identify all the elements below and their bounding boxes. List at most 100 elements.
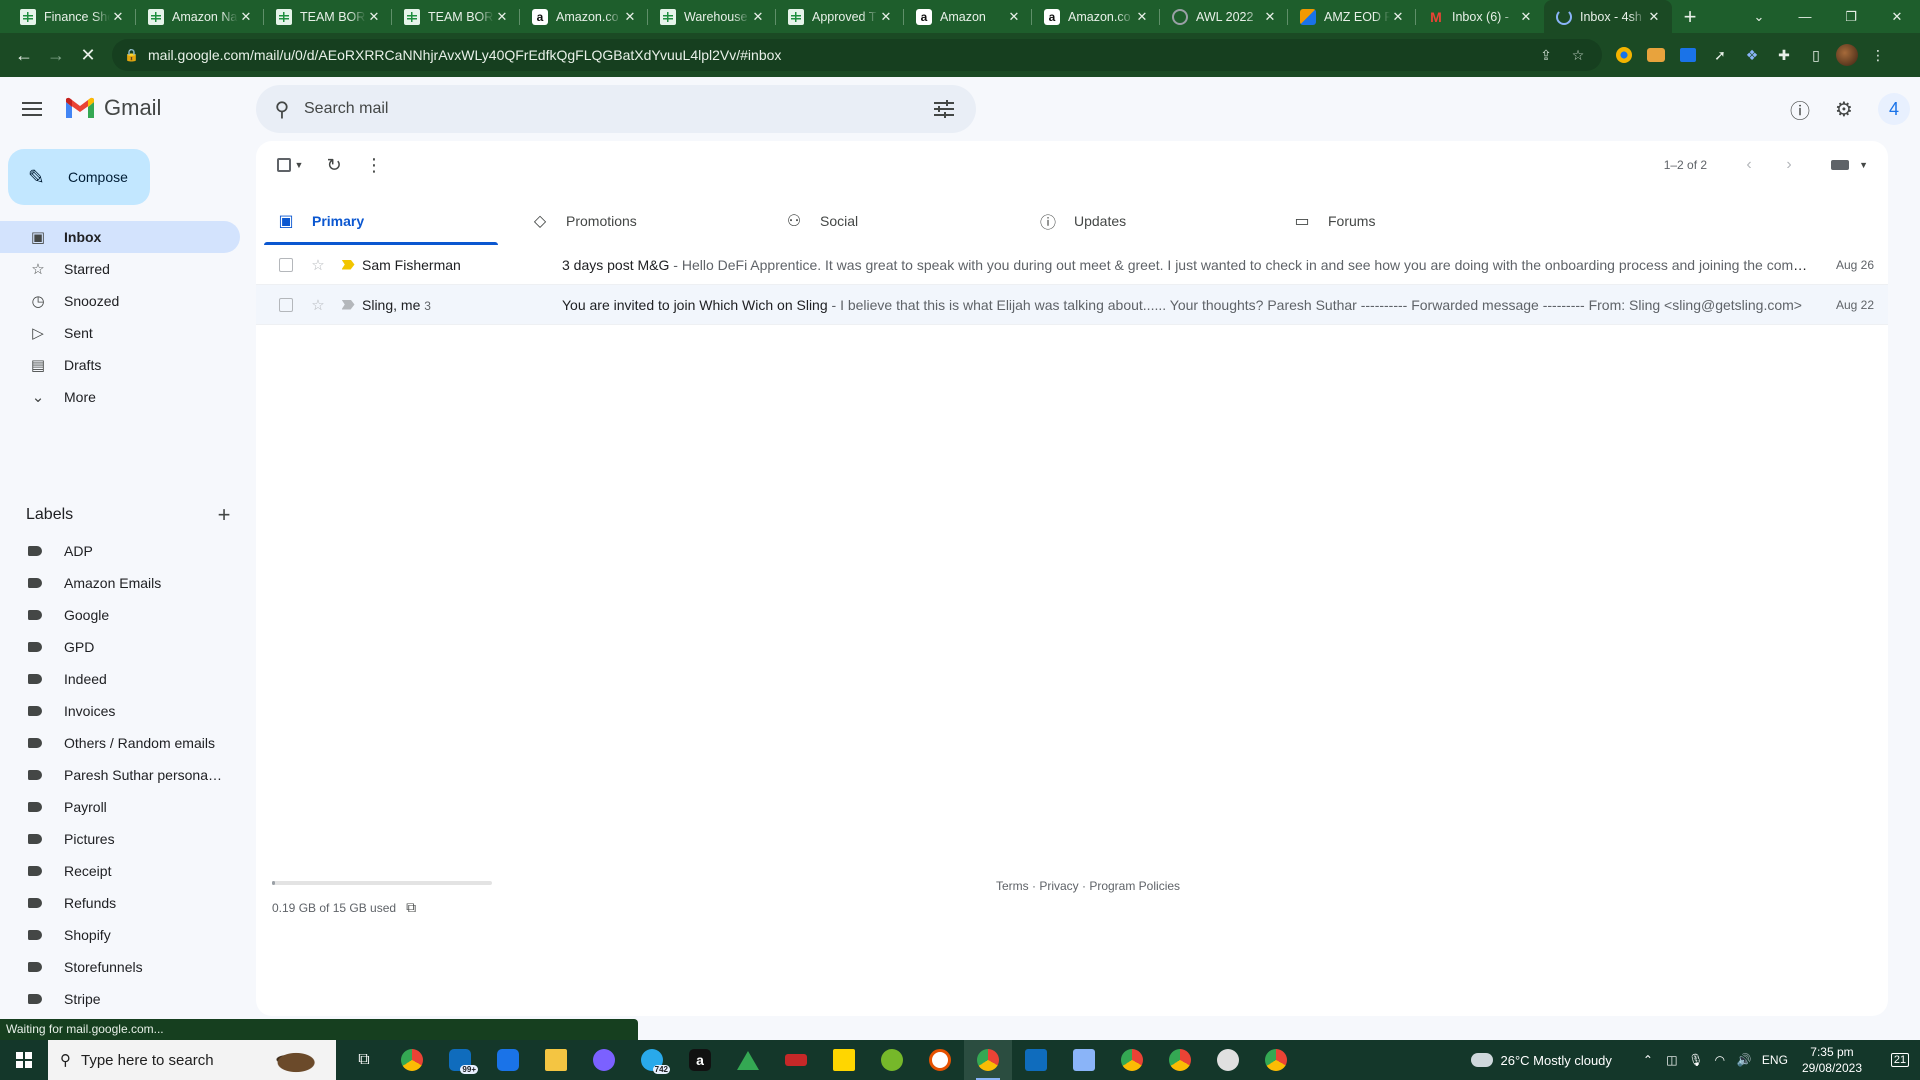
app-red-icon[interactable] bbox=[772, 1040, 820, 1080]
snipping-tool-icon[interactable] bbox=[1204, 1040, 1252, 1080]
label-item[interactable]: Invoices bbox=[0, 695, 240, 727]
tab-updates[interactable]: ⓘ Updates bbox=[1026, 197, 1280, 245]
gmail-logo[interactable]: Gmail bbox=[64, 95, 161, 121]
extensions-puzzle-icon[interactable]: ✚ bbox=[1772, 43, 1796, 67]
input-tools-dropdown-icon[interactable]: ▼ bbox=[1859, 160, 1868, 170]
refresh-icon[interactable]: ↻ bbox=[314, 145, 354, 185]
utorrent-icon[interactable] bbox=[868, 1040, 916, 1080]
open-in-new-icon[interactable]: ⧉ bbox=[406, 899, 416, 916]
lock-icon[interactable]: 🔒 bbox=[124, 48, 139, 62]
browser-tab[interactable]: Finance She ✕ bbox=[8, 0, 136, 33]
bookmark-star-icon[interactable]: ☆ bbox=[1566, 47, 1590, 64]
chrome-menu-icon[interactable]: ⋮ bbox=[1866, 43, 1890, 67]
camera-icon[interactable]: ◫ bbox=[1660, 1053, 1684, 1067]
browser-tab[interactable]: TEAM BOR ✕ bbox=[264, 0, 392, 33]
importance-marker-icon[interactable] bbox=[334, 259, 362, 270]
microphone-icon[interactable]: 🎙 bbox=[1684, 1053, 1708, 1067]
wifi-icon[interactable]: ◠ bbox=[1708, 1053, 1732, 1067]
minimize-button[interactable]: — bbox=[1782, 0, 1828, 33]
sidebar-item-inbox[interactable]: ▣ Inbox bbox=[0, 221, 240, 253]
star-icon[interactable]: ☆ bbox=[302, 256, 334, 274]
back-button[interactable]: ← bbox=[8, 39, 40, 71]
side-panel-icon[interactable]: ▯ bbox=[1804, 43, 1828, 67]
calculator-icon[interactable] bbox=[1012, 1040, 1060, 1080]
new-tab-button[interactable]: + bbox=[1672, 0, 1708, 33]
chrome-profile-2-icon[interactable] bbox=[1108, 1040, 1156, 1080]
search-bar[interactable]: ⚲ Search mail bbox=[256, 85, 976, 133]
browser-tab[interactable]: AWL 2022 ✕ bbox=[1160, 0, 1288, 33]
create-label-plus-icon[interactable]: + bbox=[212, 502, 236, 528]
notification-center-icon[interactable]: 21 bbox=[1880, 1053, 1920, 1067]
label-item[interactable]: Google bbox=[0, 599, 240, 631]
extension-arrow-icon[interactable]: ➚ bbox=[1708, 43, 1732, 67]
show-hidden-icons-chevron-icon[interactable]: ⌃ bbox=[1636, 1053, 1660, 1067]
chrome-profile-4-icon[interactable] bbox=[1252, 1040, 1300, 1080]
browser-tab[interactable]: Amazon Na ✕ bbox=[136, 0, 264, 33]
email-row[interactable]: ☆ Sam Fisherman 3 days post M&G - Hello D… bbox=[256, 245, 1888, 285]
row-checkbox[interactable] bbox=[270, 297, 302, 312]
tab-search-icon[interactable]: ⌄ bbox=[1736, 0, 1782, 33]
close-tab-icon[interactable]: ✕ bbox=[878, 9, 894, 25]
browser-tab[interactable]: M Inbox (6) - ✕ bbox=[1416, 0, 1544, 33]
mail-app-icon[interactable]: 99+ bbox=[436, 1040, 484, 1080]
close-tab-icon[interactable]: ✕ bbox=[1006, 9, 1022, 25]
row-checkbox[interactable] bbox=[270, 257, 302, 272]
close-tab-icon[interactable]: ✕ bbox=[1518, 9, 1534, 25]
close-tab-icon[interactable]: ✕ bbox=[238, 9, 254, 25]
extension-chrome-icon[interactable] bbox=[1616, 47, 1632, 63]
close-tab-icon[interactable]: ✕ bbox=[1262, 9, 1278, 25]
input-language[interactable]: ENG bbox=[1762, 1053, 1788, 1067]
profile-avatar[interactable] bbox=[1836, 44, 1858, 66]
label-item[interactable]: Receipt bbox=[0, 855, 240, 887]
close-window-button[interactable]: ✕ bbox=[1874, 0, 1920, 33]
label-item[interactable]: Others / Random emails bbox=[0, 727, 240, 759]
sidebar-item-snoozed[interactable]: ◷ Snoozed bbox=[0, 285, 240, 317]
email-row[interactable]: ☆ Sling, me 3 You are invited to join Whic… bbox=[256, 285, 1888, 325]
label-item[interactable]: Payroll bbox=[0, 791, 240, 823]
sidebar-item-sent[interactable]: ▷ Sent bbox=[0, 317, 240, 349]
label-item[interactable]: Indeed bbox=[0, 663, 240, 695]
extension-keepa-icon[interactable] bbox=[1680, 48, 1696, 62]
close-tab-icon[interactable]: ✕ bbox=[494, 9, 510, 25]
footer-links[interactable]: Terms · Privacy · Program Policies bbox=[996, 879, 1180, 893]
tab-social[interactable]: ⚇ Social bbox=[772, 197, 1026, 245]
main-menu-icon[interactable] bbox=[20, 97, 44, 121]
address-bar[interactable]: 🔒 mail.google.com/mail/u/0/d/AEoRXRRCaNN… bbox=[112, 39, 1602, 71]
amazon-app-icon[interactable]: a bbox=[676, 1040, 724, 1080]
search-input[interactable]: Search mail bbox=[304, 100, 924, 118]
extension-dropbox-icon[interactable]: ❖ bbox=[1740, 43, 1764, 67]
clock[interactable]: 7:35 pm 29/08/2023 bbox=[1802, 1044, 1862, 1076]
browser-tab[interactable]: AMZ EOD R ✕ bbox=[1288, 0, 1416, 33]
more-options-icon[interactable]: ⋮ bbox=[354, 145, 394, 185]
forward-button[interactable]: → bbox=[40, 39, 72, 71]
label-item[interactable]: Refunds bbox=[0, 887, 240, 919]
close-tab-icon[interactable]: ✕ bbox=[1390, 9, 1406, 25]
label-item[interactable]: Storefunnels bbox=[0, 951, 240, 983]
label-item[interactable]: Pictures bbox=[0, 823, 240, 855]
compose-button[interactable]: ✎ Compose bbox=[8, 149, 150, 205]
browser-tab[interactable]: a Amazon ✕ bbox=[904, 0, 1032, 33]
sidebar-item-more[interactable]: ⌄ More bbox=[0, 381, 240, 413]
older-page-chevron-icon[interactable]: › bbox=[1771, 156, 1807, 174]
importance-marker-icon[interactable] bbox=[334, 299, 362, 310]
close-tab-icon[interactable]: ✕ bbox=[110, 9, 126, 25]
label-item[interactable]: Shopify bbox=[0, 919, 240, 951]
weather-widget[interactable]: 26°C Mostly cloudy bbox=[1466, 1048, 1612, 1068]
telegram-app-icon[interactable]: 742 bbox=[628, 1040, 676, 1080]
media-player-icon[interactable] bbox=[580, 1040, 628, 1080]
close-tab-icon[interactable]: ✕ bbox=[366, 9, 382, 25]
search-icon[interactable]: ⚲ bbox=[270, 97, 294, 121]
chrome-profile-3-icon[interactable] bbox=[1156, 1040, 1204, 1080]
star-icon[interactable]: ☆ bbox=[302, 296, 334, 314]
browser-tab[interactable]: Approved T ✕ bbox=[776, 0, 904, 33]
label-item[interactable]: Amazon Emails bbox=[0, 567, 240, 599]
sidebar-item-starred[interactable]: ☆ Starred bbox=[0, 253, 240, 285]
taskbar-search-box[interactable]: ⚲ Type here to search bbox=[48, 1040, 336, 1080]
share-icon[interactable]: ⇪ bbox=[1534, 47, 1558, 64]
volume-icon[interactable]: 🔊 bbox=[1732, 1053, 1756, 1067]
tab-primary[interactable]: ▣ Primary bbox=[264, 197, 518, 245]
label-item[interactable]: ADP bbox=[0, 535, 240, 567]
browser-tab[interactable]: Inbox - 4sh ✕ bbox=[1544, 0, 1672, 33]
close-tab-icon[interactable]: ✕ bbox=[622, 9, 638, 25]
browser-tab[interactable]: Warehouse ✕ bbox=[648, 0, 776, 33]
